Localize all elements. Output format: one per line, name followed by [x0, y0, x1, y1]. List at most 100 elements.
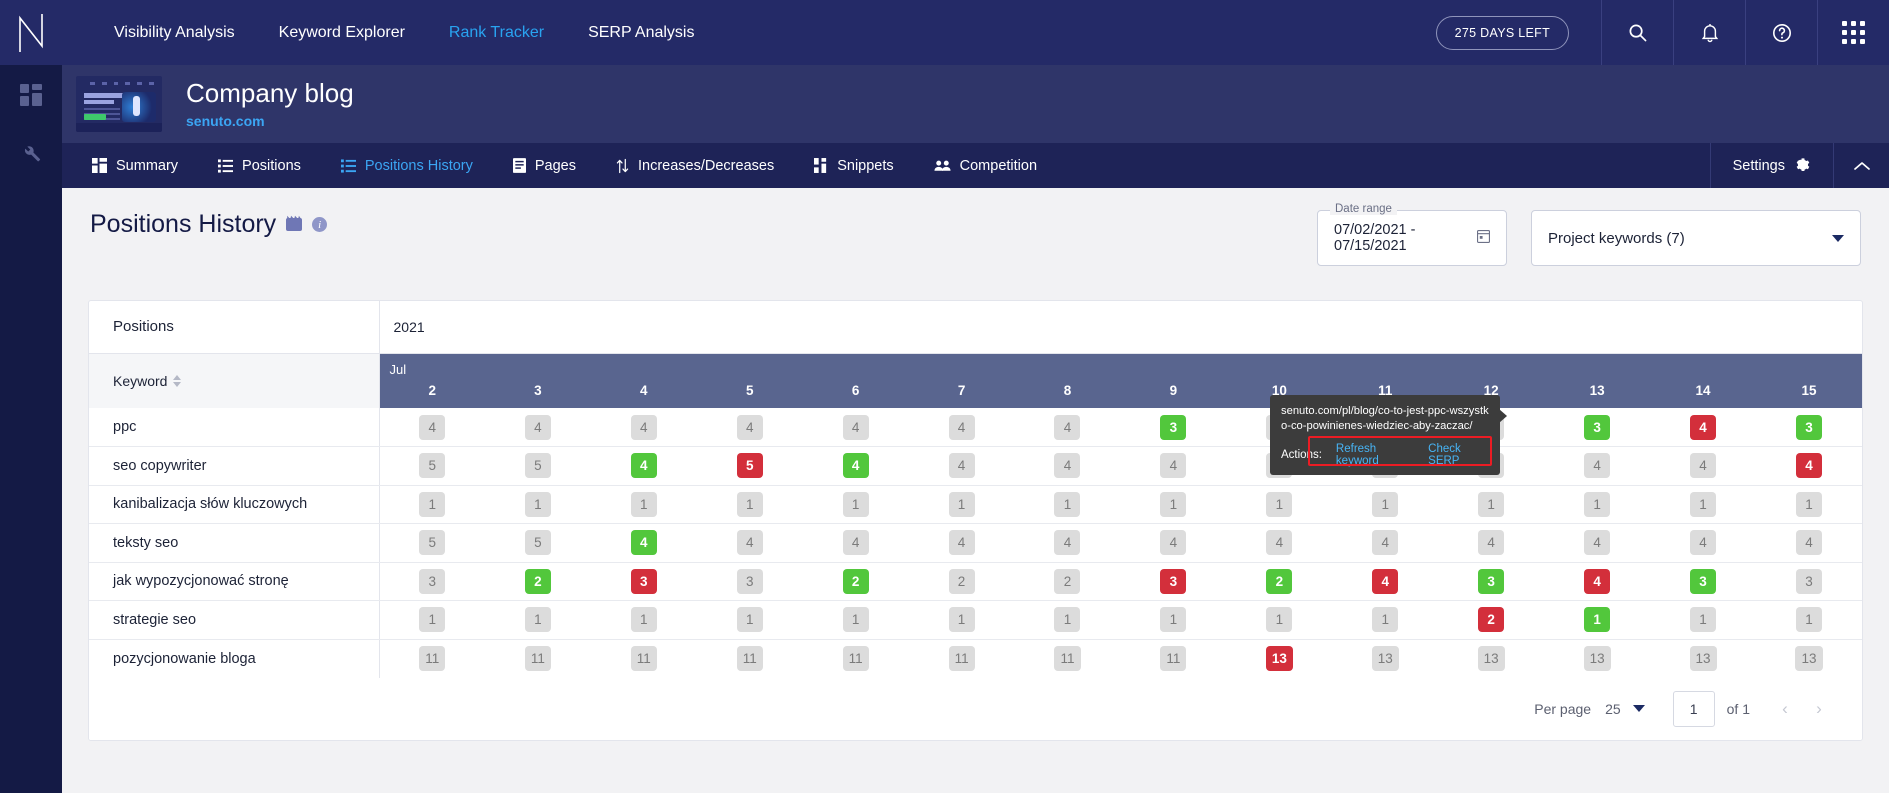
position-chip[interactable]: 4 — [737, 530, 763, 555]
position-chip[interactable]: 3 — [631, 569, 657, 594]
position-cell[interactable]: 1 — [1332, 485, 1438, 524]
search-icon[interactable] — [1601, 0, 1673, 65]
day-header-cell[interactable]: 4 — [591, 353, 697, 408]
date-range-field[interactable]: Date range 07/02/2021 - 07/15/2021 — [1317, 210, 1507, 266]
keyword-cell[interactable]: kanibalizacja słów kluczowych — [89, 485, 379, 524]
position-cell[interactable]: 1 — [1226, 601, 1332, 640]
position-cell[interactable]: 1 — [485, 485, 591, 524]
keyword-cell[interactable]: pozycjonowanie bloga — [89, 639, 379, 678]
position-cell[interactable]: 1 — [697, 601, 803, 640]
position-cell[interactable]: 11 — [697, 639, 803, 678]
position-chip[interactable]: 4 — [1054, 530, 1080, 555]
position-chip[interactable]: 2 — [949, 569, 975, 594]
position-cell[interactable]: 1 — [1756, 601, 1862, 640]
position-chip[interactable]: 1 — [949, 492, 975, 517]
position-cell[interactable]: 4 — [1650, 524, 1756, 563]
position-chip[interactable]: 3 — [419, 569, 445, 594]
position-cell[interactable]: 1 — [1438, 485, 1544, 524]
position-cell[interactable]: 1 — [1226, 485, 1332, 524]
position-chip[interactable]: 1 — [843, 492, 869, 517]
position-chip[interactable]: 1 — [737, 607, 763, 632]
keyword-column-header[interactable]: Keyword — [89, 353, 379, 408]
position-chip[interactable]: 4 — [1372, 530, 1398, 555]
position-chip[interactable]: 4 — [631, 530, 657, 555]
position-chip[interactable]: 5 — [419, 530, 445, 555]
position-cell[interactable]: 1 — [591, 485, 697, 524]
position-cell[interactable]: 2 — [1015, 562, 1121, 601]
page-number-input[interactable]: 1 — [1673, 691, 1715, 727]
position-chip[interactable]: 4 — [1796, 453, 1822, 478]
position-cell[interactable]: 1 — [379, 485, 485, 524]
position-cell[interactable]: 13 — [1544, 639, 1650, 678]
day-header-cell[interactable]: 15 — [1756, 353, 1862, 408]
senuto-logo-icon[interactable] — [0, 0, 62, 65]
position-chip[interactable]: 1 — [1160, 492, 1186, 517]
position-cell[interactable]: 1 — [379, 601, 485, 640]
position-cell[interactable]: 4 — [591, 524, 697, 563]
position-chip[interactable]: 1 — [1478, 492, 1504, 517]
position-chip[interactable]: 2 — [1478, 607, 1504, 632]
position-cell[interactable]: 3 — [1120, 562, 1226, 601]
position-cell[interactable]: 4 — [909, 408, 1015, 447]
position-cell[interactable]: 5 — [379, 447, 485, 486]
position-cell[interactable]: 1 — [1650, 601, 1756, 640]
position-cell[interactable]: 4 — [1756, 447, 1862, 486]
position-cell[interactable]: 2 — [909, 562, 1015, 601]
wrench-icon[interactable] — [0, 125, 62, 180]
position-chip[interactable]: 11 — [419, 646, 445, 671]
position-cell[interactable]: 4 — [1120, 524, 1226, 563]
position-cell[interactable]: 5 — [485, 524, 591, 563]
position-cell[interactable]: 4 — [803, 524, 909, 563]
position-cell[interactable]: 3 — [379, 562, 485, 601]
position-chip[interactable]: 1 — [1796, 492, 1822, 517]
position-chip[interactable]: 1 — [525, 607, 551, 632]
day-header-cell[interactable]: 9 — [1120, 353, 1226, 408]
position-cell[interactable]: 1 — [485, 601, 591, 640]
position-chip[interactable]: 4 — [1160, 453, 1186, 478]
position-chip[interactable]: 1 — [737, 492, 763, 517]
position-chip[interactable]: 5 — [525, 530, 551, 555]
position-cell[interactable]: 1 — [1756, 485, 1862, 524]
position-chip[interactable]: 1 — [1690, 492, 1716, 517]
settings-button[interactable]: Settings — [1710, 143, 1833, 188]
keyword-cell[interactable]: teksty seo — [89, 524, 379, 563]
position-chip[interactable]: 3 — [1584, 415, 1610, 440]
position-chip[interactable]: 4 — [843, 530, 869, 555]
position-chip[interactable]: 3 — [1160, 415, 1186, 440]
position-chip[interactable]: 2 — [1054, 569, 1080, 594]
position-cell[interactable]: 3 — [1438, 562, 1544, 601]
per-page-select[interactable]: 25 — [1605, 701, 1645, 717]
position-chip[interactable]: 13 — [1795, 646, 1822, 671]
position-chip[interactable]: 4 — [1054, 453, 1080, 478]
position-cell[interactable]: 1 — [697, 485, 803, 524]
position-cell[interactable]: 11 — [909, 639, 1015, 678]
day-header-cell[interactable]: 6 — [803, 353, 909, 408]
position-cell[interactable]: 13 — [1438, 639, 1544, 678]
position-chip[interactable]: 11 — [525, 646, 551, 671]
nav-visibility-analysis[interactable]: Visibility Analysis — [92, 0, 257, 65]
position-cell[interactable]: 5 — [697, 447, 803, 486]
position-cell[interactable]: 5 — [485, 447, 591, 486]
help-icon[interactable] — [1745, 0, 1817, 65]
position-chip[interactable]: 4 — [843, 453, 869, 478]
nav-rank-tracker[interactable]: Rank Tracker — [427, 0, 566, 65]
position-chip[interactable]: 11 — [737, 646, 763, 671]
position-chip[interactable]: 13 — [1372, 646, 1399, 671]
position-chip[interactable]: 1 — [525, 492, 551, 517]
position-chip[interactable]: 4 — [1160, 530, 1186, 555]
position-cell[interactable]: 4 — [1650, 447, 1756, 486]
keyword-cell[interactable]: seo copywriter — [89, 447, 379, 486]
position-cell[interactable]: 4 — [1544, 447, 1650, 486]
position-cell[interactable]: 4 — [485, 408, 591, 447]
position-chip[interactable]: 1 — [1690, 607, 1716, 632]
tab-summary[interactable]: Summary — [72, 143, 198, 188]
position-chip[interactable]: 1 — [419, 492, 445, 517]
position-chip[interactable]: 4 — [843, 415, 869, 440]
position-cell[interactable]: 4 — [697, 524, 803, 563]
position-cell[interactable]: 1 — [1650, 485, 1756, 524]
position-chip[interactable]: 13 — [1266, 646, 1293, 671]
position-chip[interactable]: 4 — [1690, 530, 1716, 555]
day-header-cell[interactable]: 8 — [1015, 353, 1121, 408]
position-cell[interactable]: 3 — [1120, 408, 1226, 447]
position-cell[interactable]: 1 — [1015, 485, 1121, 524]
